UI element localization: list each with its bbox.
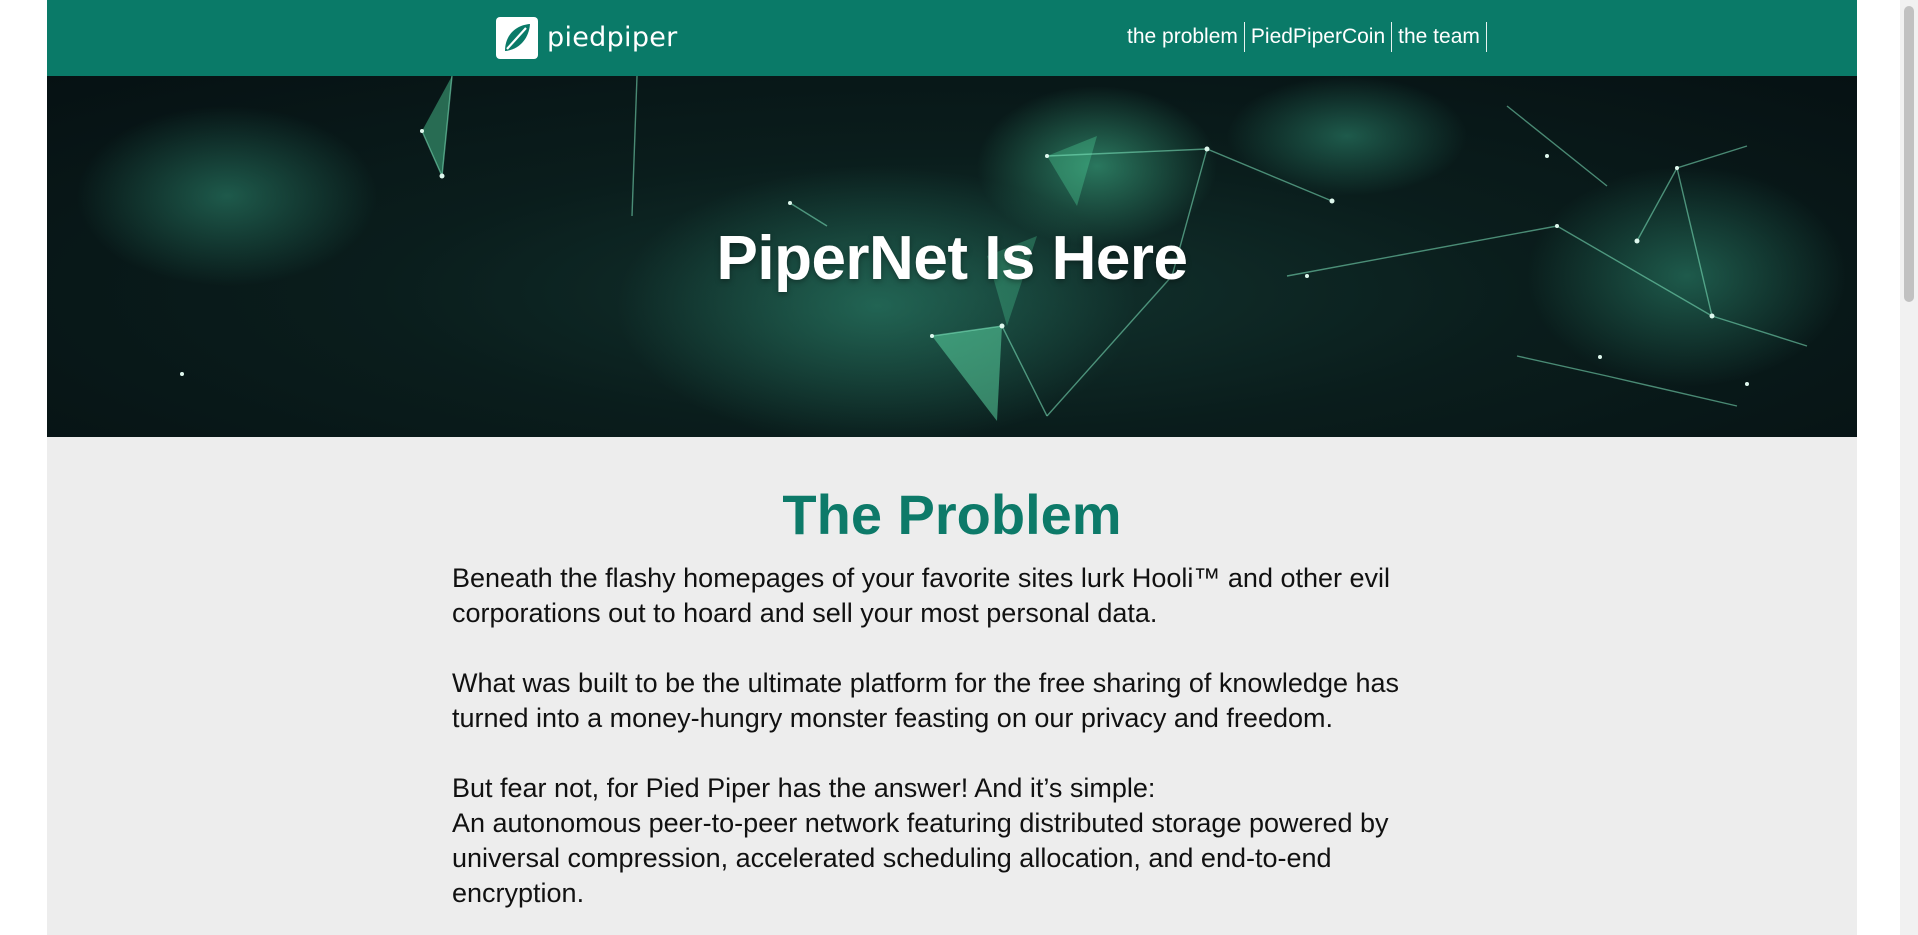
nav-the-team[interactable]: the team [1392, 22, 1487, 52]
nav-piedpipercoin[interactable]: PiedPiperCoin [1245, 22, 1393, 52]
paragraph: But fear not, for Pied Piper has the ans… [452, 773, 1156, 803]
page: piedpiper the problem PiedPiperCoin the … [47, 0, 1857, 935]
paragraph: An autonomous peer-to-peer network featu… [452, 808, 1389, 908]
problem-text: Beneath the flashy homepages of your fav… [452, 561, 1462, 935]
leaf-icon [496, 17, 538, 59]
hero-banner: PiperNet Is Here [47, 76, 1857, 437]
scrollbar-thumb[interactable] [1904, 6, 1914, 302]
logo-link[interactable]: piedpiper [496, 17, 678, 59]
nav-the-problem[interactable]: the problem [1127, 22, 1245, 52]
hero-title: PiperNet Is Here [716, 224, 1189, 293]
vertical-scrollbar[interactable] [1900, 0, 1918, 935]
logo-text: piedpiper [547, 22, 678, 53]
main-nav: the problem PiedPiperCoin the team [1127, 22, 1487, 52]
paragraph: Beneath the flashy homepages of your fav… [452, 563, 1391, 628]
paragraph: What was built to be the ultimate platfo… [452, 668, 1400, 733]
site-header: piedpiper the problem PiedPiperCoin the … [47, 0, 1857, 76]
problem-section: The Problem Beneath the flashy homepages… [47, 437, 1857, 935]
section-title: The Problem [782, 483, 1122, 546]
